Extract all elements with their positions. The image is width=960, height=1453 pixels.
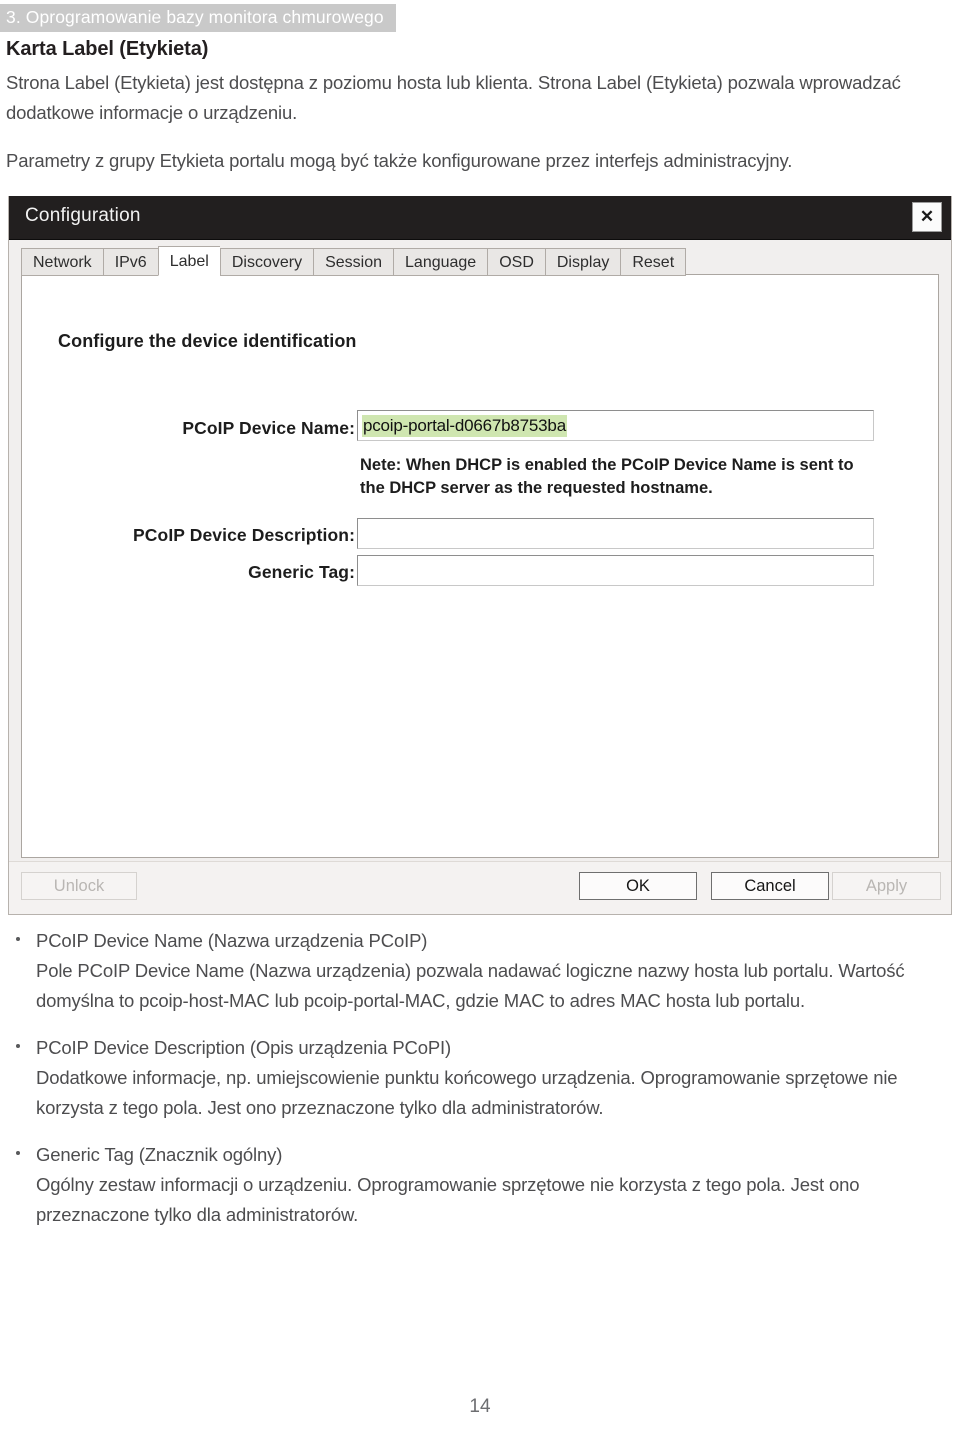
list-item: PCoIP Device Name (Nazwa urządzenia PCoI… xyxy=(6,926,954,1016)
list-item: Generic Tag (Znacznik ogólny) Ogólny zes… xyxy=(6,1140,954,1230)
intro-paragraph-2: Parametry z grupy Etykieta portalu mogą … xyxy=(6,150,793,171)
tab-reset[interactable]: Reset xyxy=(620,248,687,276)
dialog-tab-bar: Network IPv6 Label Discovery Session Lan… xyxy=(21,246,687,276)
tab-network[interactable]: Network xyxy=(21,248,103,276)
generic-tag-input[interactable] xyxy=(357,555,874,586)
close-icon[interactable]: ✕ xyxy=(912,202,942,232)
tab-osd[interactable]: OSD xyxy=(487,248,545,276)
tab-session[interactable]: Session xyxy=(313,248,394,276)
bullet-icon xyxy=(16,1044,20,1048)
dhcp-note: Nete: When DHCP is enabled the PCoIP Dev… xyxy=(360,456,854,497)
list-item-title: Generic Tag (Znacznik ogólny) xyxy=(36,1144,283,1165)
dialog-title-bar: Configuration ✕ xyxy=(9,196,951,240)
list-item-body: Pole PCoIP Device Name (Nazwa urządzenia… xyxy=(36,960,905,1011)
device-description-label: PCoIP Device Description: xyxy=(133,525,355,545)
unlock-button[interactable]: Unlock xyxy=(21,872,137,900)
cancel-button[interactable]: Cancel xyxy=(711,872,829,900)
list-item: PCoIP Device Description (Opis urządzeni… xyxy=(6,1033,954,1123)
field-description-list: PCoIP Device Name (Nazwa urządzenia PCoI… xyxy=(6,926,954,1247)
intro-paragraph-1: Strona Label (Etykieta) jest dostępna z … xyxy=(6,72,901,123)
dialog-title: Configuration xyxy=(25,205,141,226)
device-name-input[interactable]: pcoip-portal-d0667b8753ba xyxy=(357,410,874,441)
bullet-icon xyxy=(16,937,20,941)
device-description-input[interactable] xyxy=(357,518,874,549)
device-name-label: PCoIP Device Name: xyxy=(182,418,355,438)
apply-button[interactable]: Apply xyxy=(832,872,941,900)
tab-ipv6[interactable]: IPv6 xyxy=(102,248,158,276)
tab-label[interactable]: Label xyxy=(157,246,220,276)
list-item-title: PCoIP Device Name (Nazwa urządzenia PCoI… xyxy=(36,930,428,951)
configuration-dialog: Configuration ✕ Network IPv6 Label Disco… xyxy=(8,196,952,915)
ok-button[interactable]: OK xyxy=(579,872,697,900)
label-tab-panel: Configure the device identification PCoI… xyxy=(21,274,939,858)
tab-discovery[interactable]: Discovery xyxy=(219,248,314,276)
panel-heading: Configure the device identification xyxy=(58,331,357,351)
device-name-value: pcoip-portal-d0667b8753ba xyxy=(362,415,567,437)
page-number: 14 xyxy=(469,1396,491,1417)
list-item-body: Ogólny zestaw informacji o urządzeniu. O… xyxy=(36,1174,860,1225)
chapter-banner: 3. Oprogramowanie bazy monitora chmurowe… xyxy=(0,4,396,32)
tab-display[interactable]: Display xyxy=(544,248,621,276)
bullet-icon xyxy=(16,1151,20,1155)
list-item-body: Dodatkowe informacje, np. umiejscowienie… xyxy=(36,1067,898,1118)
generic-tag-label: Generic Tag: xyxy=(248,562,355,582)
list-item-title: PCoIP Device Description (Opis urządzeni… xyxy=(36,1037,452,1058)
dialog-footer: Unlock OK Cancel Apply xyxy=(9,861,951,914)
page-title: Karta Label (Etykieta) xyxy=(6,38,209,60)
tab-language[interactable]: Language xyxy=(393,248,488,276)
